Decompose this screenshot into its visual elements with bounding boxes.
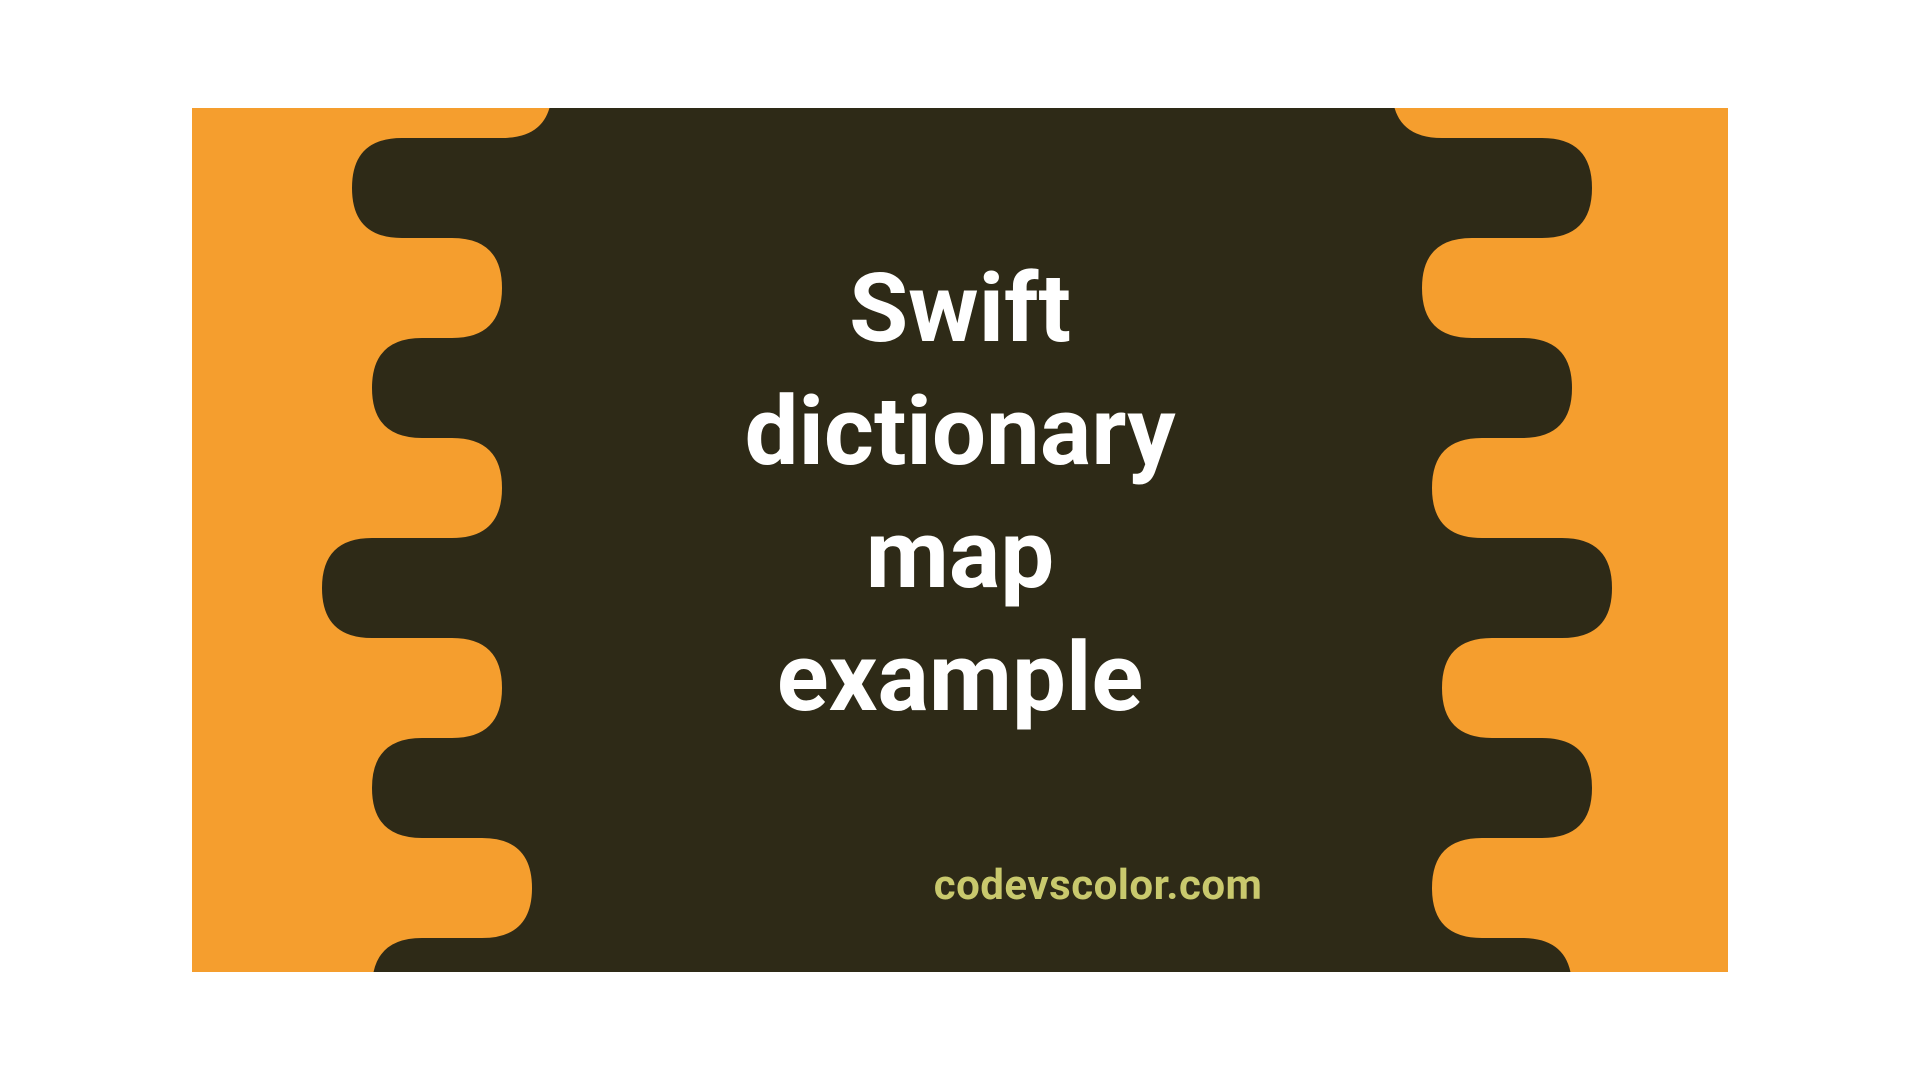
banner-card: Swift dictionary map example codevscolor… xyxy=(192,108,1728,972)
banner-title: Swift dictionary map example xyxy=(744,248,1175,740)
banner-footer: codevscolor.com xyxy=(934,861,1263,910)
